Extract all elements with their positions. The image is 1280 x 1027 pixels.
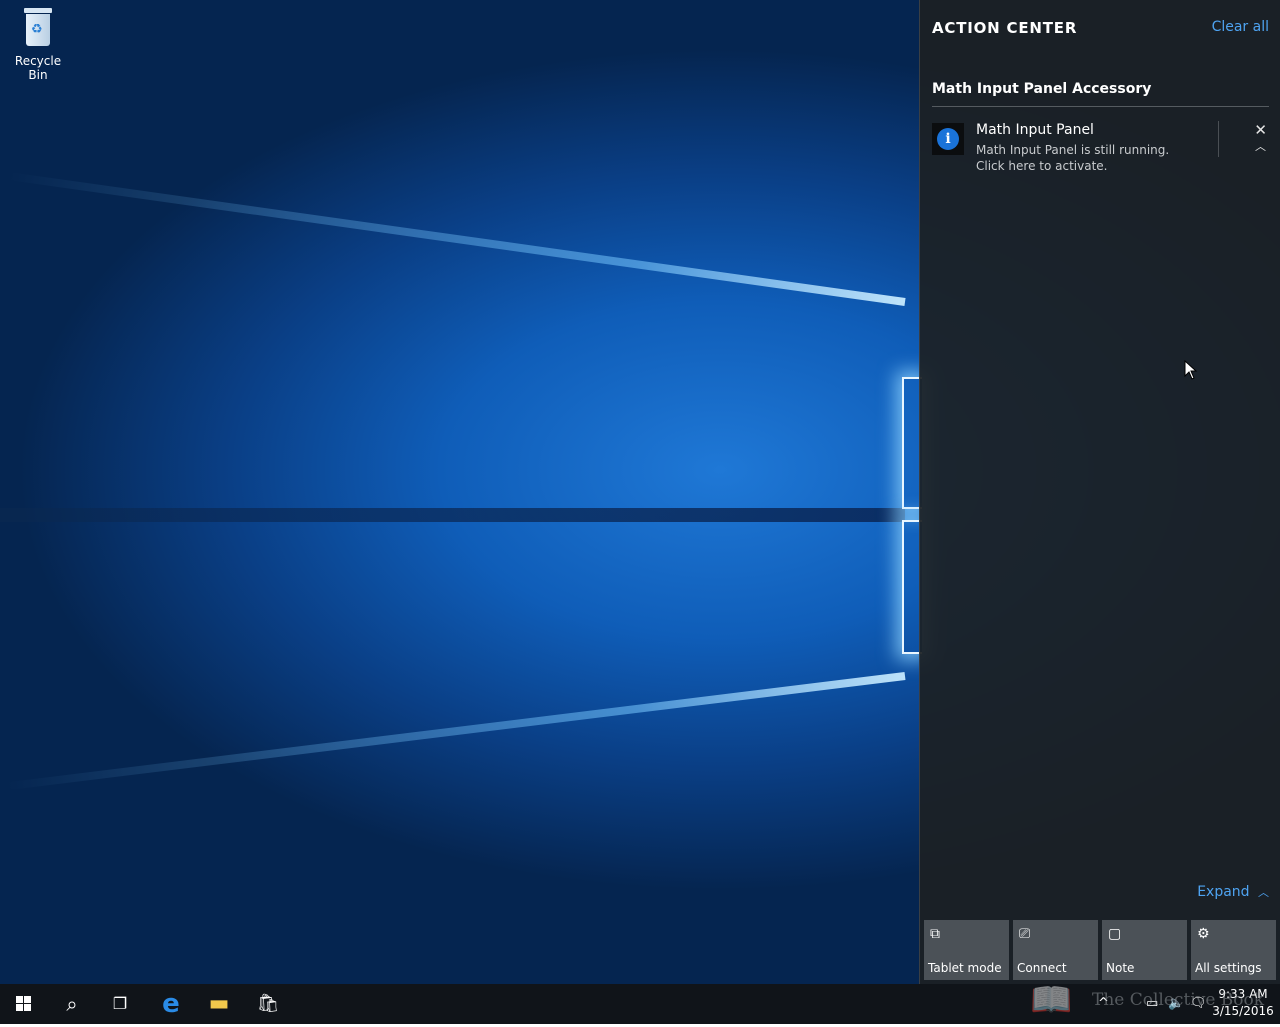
- info-icon: i: [932, 123, 964, 155]
- windows-logo-icon: [16, 996, 32, 1012]
- note-icon: ▢: [1108, 926, 1122, 942]
- quick-actions: ⧉ Tablet mode ⎚ Connect ▢ Note ⚙ All set…: [924, 920, 1280, 980]
- book-icon: 📖: [1030, 980, 1073, 1020]
- recycle-bin-icon: ♻: [22, 8, 54, 48]
- chevron-up-icon[interactable]: ︿: [1255, 138, 1266, 154]
- light-beam-middle: [0, 508, 905, 522]
- desktop-icon-label: Recycle Bin: [14, 54, 62, 82]
- light-beam-top: [8, 172, 906, 306]
- quick-action-note[interactable]: ▢ Note: [1102, 920, 1187, 980]
- close-icon[interactable]: ✕: [1254, 121, 1267, 139]
- gear-icon: ⚙: [1197, 926, 1210, 942]
- quick-action-label: All settings: [1195, 961, 1262, 975]
- start-button[interactable]: [0, 984, 48, 1024]
- notification-group-title: Math Input Panel Accessory: [932, 81, 1152, 97]
- expand-button[interactable]: Expand ︿: [1197, 884, 1269, 900]
- edge-icon: e: [162, 989, 180, 1019]
- light-beam-bottom: [6, 672, 906, 791]
- action-center-title: ACTION CENTER: [932, 19, 1078, 37]
- file-explorer-taskbar-button[interactable]: ▬: [195, 984, 243, 1024]
- quick-action-connect[interactable]: ⎚ Connect: [1013, 920, 1098, 980]
- expand-label: Expand: [1197, 884, 1250, 900]
- quick-action-label: Tablet mode: [928, 961, 1002, 975]
- quick-action-label: Note: [1106, 961, 1135, 975]
- taskbar: ⌕ ❐ e ▬ 🛍 ^ ▭ 🔈 🗨 9:33 AM 3/15/2016: [0, 984, 1280, 1024]
- store-icon: 🛍: [256, 993, 280, 1014]
- edge-taskbar-button[interactable]: e: [147, 984, 195, 1024]
- quick-action-all-settings[interactable]: ⚙ All settings: [1191, 920, 1276, 980]
- store-taskbar-button[interactable]: 🛍: [244, 984, 292, 1024]
- quick-action-tablet-mode[interactable]: ⧉ Tablet mode: [924, 920, 1009, 980]
- desktop-icon-recycle-bin[interactable]: ♻ Recycle Bin: [4, 8, 72, 82]
- task-view-button[interactable]: ❐: [96, 984, 144, 1024]
- connect-icon: ⎚: [1019, 926, 1031, 942]
- search-button[interactable]: ⌕: [48, 984, 96, 1024]
- search-icon: ⌕: [66, 992, 78, 1016]
- group-divider: [932, 106, 1269, 107]
- watermark-text: The Collective Book: [1092, 990, 1265, 1010]
- task-view-icon: ❐: [112, 994, 128, 1013]
- notification-separator: [1218, 121, 1219, 157]
- action-center-panel: ACTION CENTER Clear all Math Input Panel…: [919, 0, 1280, 984]
- chevron-up-icon: ︿: [1258, 886, 1269, 899]
- clear-all-link[interactable]: Clear all: [1212, 19, 1269, 35]
- quick-action-label: Connect: [1017, 961, 1067, 975]
- notification-body-line-1: Math Input Panel is still running.: [976, 143, 1170, 157]
- tablet-mode-icon: ⧉: [930, 926, 940, 942]
- notification-body-line-2: Click here to activate.: [976, 159, 1108, 173]
- notification-body: Math Input Panel is still running. Click…: [976, 142, 1206, 174]
- notification-item[interactable]: i Math Input Panel Math Input Panel is s…: [932, 118, 1269, 180]
- notification-title: Math Input Panel: [976, 122, 1094, 138]
- folder-icon: ▬: [208, 991, 230, 1016]
